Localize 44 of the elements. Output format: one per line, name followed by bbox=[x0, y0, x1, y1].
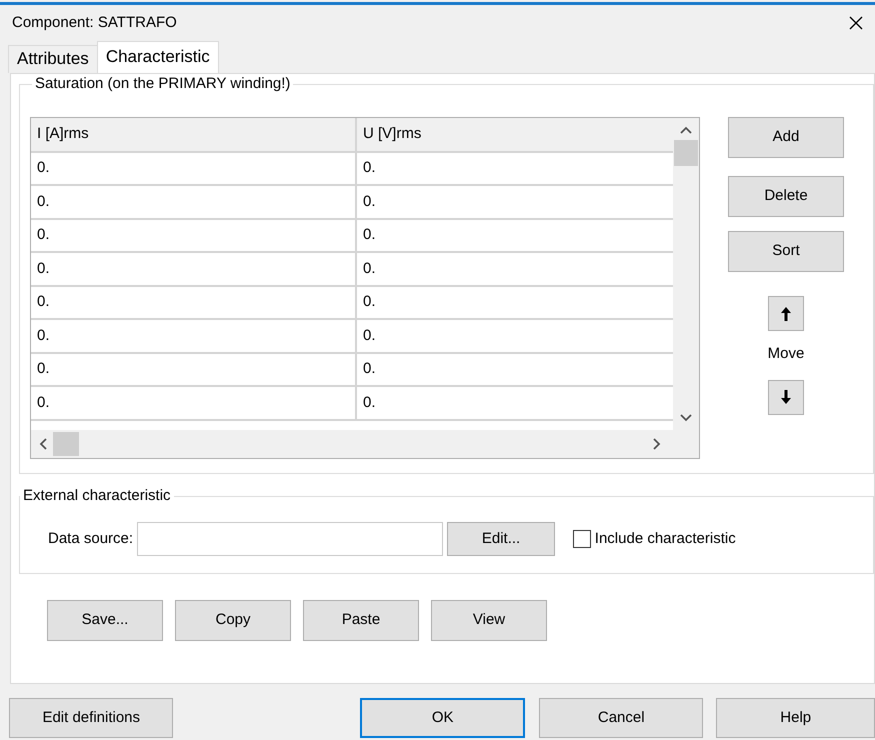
action-button[interactable]: Copy bbox=[175, 600, 291, 641]
table-cell: 0. bbox=[31, 252, 356, 286]
tab[interactable]: Characteristic bbox=[96, 41, 219, 73]
up-arrow-icon bbox=[780, 306, 792, 322]
close-icon[interactable] bbox=[849, 16, 863, 30]
table-cell: 0. bbox=[31, 152, 356, 185]
table-cell: 0. bbox=[31, 185, 356, 218]
scroll-up-icon[interactable] bbox=[680, 126, 692, 134]
group-title: Saturation (on the PRIMARY winding!) bbox=[32, 75, 294, 93]
action-button[interactable]: Sort bbox=[728, 231, 844, 272]
scroll-down-icon[interactable] bbox=[680, 414, 692, 422]
table-cell: 0. bbox=[31, 218, 356, 252]
tab[interactable]: Attributes bbox=[8, 45, 98, 73]
move-up-button[interactable] bbox=[768, 296, 804, 331]
edit-button[interactable]: Edit... bbox=[447, 522, 556, 556]
horizontal-scrollbar[interactable] bbox=[31, 430, 699, 458]
vertical-scrollbar[interactable] bbox=[673, 118, 699, 430]
dialog-button[interactable]: Cancel bbox=[538, 698, 704, 738]
action-button[interactable]: Add bbox=[728, 117, 844, 158]
column-header[interactable]: U [V]rms bbox=[356, 118, 673, 152]
action-button[interactable]: Save... bbox=[47, 600, 163, 641]
table-cell: 0. bbox=[31, 286, 356, 319]
action-button[interactable]: Delete bbox=[728, 176, 844, 217]
action-button[interactable]: Paste bbox=[303, 600, 419, 641]
checkbox-label[interactable]: Include characteristic bbox=[594, 528, 736, 550]
table-cell: 0. bbox=[31, 352, 356, 386]
column-header[interactable]: I [A]rms bbox=[31, 118, 356, 152]
window-title: Component: SATTRAFO bbox=[12, 12, 177, 33]
dialog-button[interactable]: Help bbox=[716, 698, 875, 738]
scroll-left-icon[interactable] bbox=[39, 438, 47, 450]
down-arrow-icon bbox=[780, 389, 792, 405]
move-down-button[interactable] bbox=[768, 380, 804, 414]
dialog-button[interactable]: OK bbox=[360, 698, 525, 738]
table-cell: 0. bbox=[31, 386, 356, 420]
action-button[interactable]: View bbox=[431, 600, 547, 641]
dialog-button[interactable]: Edit definitions bbox=[9, 698, 174, 738]
data-source-field[interactable] bbox=[137, 522, 444, 556]
table-cell: 0. bbox=[31, 319, 356, 352]
scroll-thumb[interactable] bbox=[674, 140, 698, 166]
checkbox[interactable] bbox=[573, 530, 592, 548]
field-label: Data source: bbox=[48, 528, 134, 549]
move-label: Move bbox=[768, 344, 804, 364]
scroll-thumb[interactable] bbox=[53, 432, 79, 456]
scroll-right-icon[interactable] bbox=[653, 438, 661, 450]
